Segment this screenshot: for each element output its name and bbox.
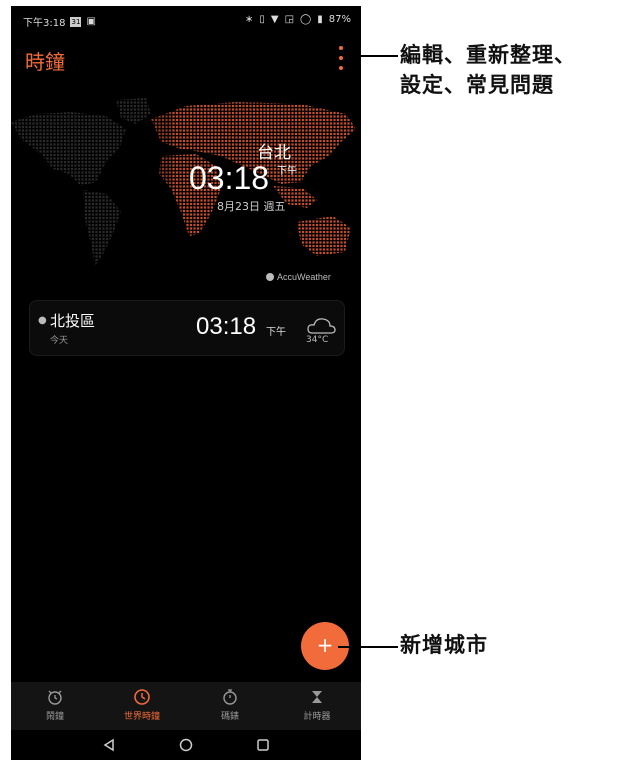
app-title: 時鐘: [25, 50, 65, 74]
more-options-button[interactable]: [335, 46, 347, 70]
fab-callout-text: 新增城市: [400, 633, 488, 657]
status-left: 下午3:18 31 ▣: [23, 14, 96, 29]
bottom-navigation: 鬧鐘 世界時鐘 碼錶 計時器: [11, 682, 361, 730]
image-icon: ▣: [86, 16, 96, 27]
location-pin-icon: ●: [38, 315, 47, 326]
more-dot-icon: [339, 56, 343, 60]
system-navigation: [11, 730, 361, 760]
map-ampm: 下午: [277, 166, 297, 177]
city-card-ampm: 下午: [266, 327, 286, 338]
bluetooth-icon: ∗: [244, 14, 254, 25]
world-map: [11, 94, 356, 294]
recents-icon[interactable]: [255, 737, 271, 753]
tab-world-clock[interactable]: 世界時鐘: [107, 682, 177, 730]
tab-stopwatch-label: 碼錶: [220, 712, 239, 722]
stopwatch-icon: [223, 689, 237, 705]
calendar-icon: 31: [70, 16, 82, 27]
map-date: 8月23日 週五: [217, 200, 286, 213]
australia-shape: [297, 216, 351, 256]
alarm-status-icon: ◯: [300, 14, 312, 25]
accuweather-icon: [266, 273, 274, 281]
battery-icon: ▮: [317, 14, 323, 25]
alarm-icon: [48, 690, 62, 705]
battery-level: 87%: [328, 14, 351, 25]
no-signal-icon: ◲: [284, 14, 295, 25]
fab-callout-line: [338, 646, 398, 648]
hourglass-icon: [312, 691, 322, 703]
back-icon[interactable]: [101, 737, 117, 753]
menu-callout-line1: 編輯、重新整理、: [400, 43, 576, 67]
app-bar: 時鐘: [11, 38, 361, 80]
menu-callout-line: [352, 55, 398, 57]
more-dot-icon: [339, 66, 343, 70]
city-card-name: 北投區: [50, 312, 96, 330]
more-dot-icon: [339, 46, 343, 50]
weather-provider-label: AccuWeather: [277, 272, 331, 282]
city-card-temperature: 34°C: [306, 335, 329, 345]
wifi-icon: ▼: [270, 14, 279, 25]
status-time: 下午3:18: [23, 18, 66, 29]
tab-alarm[interactable]: 鬧鐘: [20, 682, 90, 730]
tab-stopwatch[interactable]: 碼錶: [195, 682, 265, 730]
city-card[interactable]: ● 北投區 今天 03:18 下午 34°C: [29, 300, 345, 356]
phone-screen: 下午3:18 31 ▣ ∗ ▯ ▼ ◲ ◯ ▮ 87% 時鐘 台北 03:18 …: [11, 6, 361, 760]
menu-callout-text: 編輯、重新整理、 設定、常見問題: [400, 40, 576, 100]
daylight-overlay: [11, 94, 171, 294]
menu-callout-line2: 設定、常見問題: [400, 73, 554, 97]
status-right: ∗ ▯ ▼ ◲ ◯ ▮ 87%: [245, 14, 351, 25]
tab-timer[interactable]: 計時器: [282, 682, 352, 730]
city-card-time: 03:18: [196, 313, 257, 340]
weather-provider[interactable]: AccuWeather: [266, 272, 331, 282]
vibrate-icon: ▯: [259, 14, 265, 25]
map-time: 03:18: [189, 160, 270, 196]
tab-timer-label: 計時器: [303, 712, 331, 722]
status-bar: 下午3:18 31 ▣ ∗ ▯ ▼ ◲ ◯ ▮ 87%: [11, 6, 361, 34]
tab-world-clock-label: 世界時鐘: [123, 712, 160, 722]
city-card-day: 今天: [50, 336, 69, 346]
tab-alarm-label: 鬧鐘: [45, 712, 64, 722]
home-icon[interactable]: [178, 737, 194, 753]
clock-icon: [134, 689, 150, 705]
